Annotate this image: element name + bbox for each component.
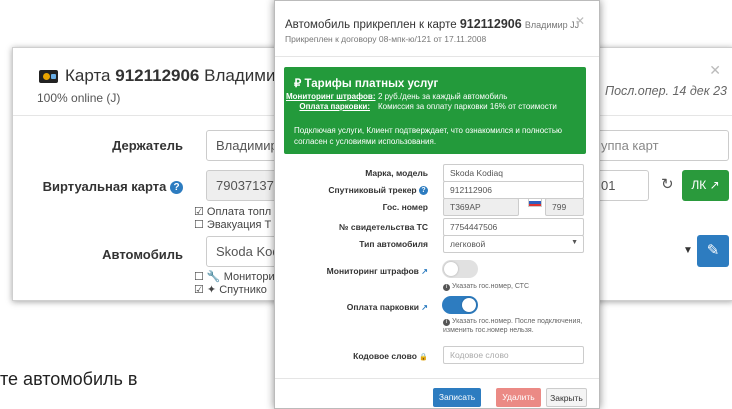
chevron-down-icon[interactable]: ▼: [683, 245, 693, 256]
modal-card-number: 912112906: [459, 17, 522, 31]
vehicle-type-value: легковой: [450, 239, 486, 249]
tariff-row-label[interactable]: Мониторинг штрафов:: [286, 92, 375, 101]
tariff-title-text: Тарифы платных услуг: [304, 78, 439, 90]
fines-monitoring-label: Мониторинг штрафов ↗: [300, 266, 428, 276]
card-title-prefix: Карта: [65, 66, 111, 85]
card-title: Карта 912112906 Владимир JJ: [65, 66, 307, 86]
last-operation: Посл.опер. 14 дек 23: [605, 84, 727, 98]
make-model-label: Марка, модель: [365, 168, 428, 178]
fines-monitoring-toggle[interactable]: [442, 260, 478, 278]
virtual-card-label: Виртуальная карта ?: [13, 179, 183, 194]
close-icon[interactable]: ✕: [709, 62, 721, 79]
screen: Карта 912112906 Владимир JJ 100% online …: [0, 0, 732, 409]
certificate-label: № свидетельства ТС: [339, 222, 428, 232]
certificate-input[interactable]: 7754447506: [443, 218, 584, 236]
divider: [275, 56, 599, 57]
check-evac[interactable]: ☐ Эвакуация Т: [194, 218, 271, 231]
card-icon: [39, 70, 58, 83]
check-satellite[interactable]: ☑ ✦ Спутнико: [194, 283, 267, 296]
modal-title-prefix: Автомобиль прикреплен к карте: [285, 19, 457, 31]
code-word-label: Кодовое слово 🔒: [300, 351, 428, 361]
check-evac-label: Эвакуация Т: [206, 219, 272, 231]
parking-payment-hint-line2: изменить гос.номер нельзя.: [443, 327, 534, 334]
tracker-label-text: Спутниковый трекер: [328, 185, 417, 195]
parking-payment-toggle[interactable]: [442, 296, 478, 314]
code-word-input[interactable]: Кодовое слово: [443, 346, 584, 364]
code-word-label-text: Кодовое слово: [353, 351, 417, 361]
close-button[interactable]: Закрыть: [546, 388, 587, 407]
make-model-input[interactable]: Skoda Kodiaq: [443, 164, 584, 182]
external-link-icon[interactable]: ↗: [421, 267, 428, 276]
check-satellite-label: Спутнико: [219, 284, 267, 296]
parking-payment-hint: i Указать гос.номер. После подключения,: [443, 317, 582, 326]
divider: [275, 378, 599, 379]
external-link-icon: ↗: [709, 178, 720, 192]
modal-owner: Владимир JJ: [524, 20, 580, 30]
modal-title: Автомобиль прикреплен к карте 912112906 …: [285, 17, 579, 31]
fines-monitoring-hint-text: Указать гос.номер, СТС: [451, 283, 530, 290]
tracker-label: Спутниковый трекер ?: [300, 185, 428, 195]
delete-button[interactable]: Удалить: [496, 388, 541, 407]
pencil-icon: ✎: [706, 242, 720, 259]
external-link-icon[interactable]: ↗: [421, 303, 428, 312]
vehicle-type-label: Тип автомобиля: [359, 239, 428, 249]
virtual-card-label-text: Виртуальная карта: [42, 179, 167, 194]
check-fuel[interactable]: ☑ Оплата топл: [194, 205, 271, 218]
plate-input[interactable]: Т369АР: [443, 198, 519, 216]
tariff-panel: ₽ Тарифы платных услуг Мониторинг штрафо…: [284, 67, 586, 154]
edit-vehicle-button[interactable]: ✎: [697, 235, 729, 267]
lk-button-label: ЛК: [691, 178, 707, 192]
lk-button[interactable]: ЛК ↗: [682, 170, 729, 201]
plate-region-input[interactable]: 799: [545, 198, 584, 216]
fines-monitoring-hint: i Указать гос.номер, СТС: [443, 282, 529, 291]
check-fuel-label: Оплата топл: [206, 206, 272, 218]
chevron-down-icon: ▼: [571, 239, 578, 246]
help-icon[interactable]: ?: [170, 181, 183, 194]
vehicle-modal: Автомобиль прикреплен к карте 912112906 …: [274, 0, 600, 409]
toggle-knob: [462, 298, 476, 312]
russia-flag-icon: [528, 198, 542, 207]
info-icon: i: [443, 319, 450, 326]
plate-label: Гос. номер: [382, 202, 428, 212]
tariff-note: Подключая услуги, Клиент подтверждает, ч…: [294, 126, 562, 146]
online-status: 100% online (J): [37, 91, 121, 105]
vehicle-label: Автомобиль: [102, 247, 183, 262]
check-monitoring[interactable]: ☐ 🔧 Мониторин: [194, 270, 281, 283]
tracker-input[interactable]: 912112906: [443, 181, 584, 199]
parking-payment-label-text: Оплата парковки: [346, 302, 419, 312]
card-number: 912112906: [115, 66, 200, 85]
wrench-icon: 🔧: [206, 271, 221, 283]
help-icon[interactable]: ?: [419, 186, 428, 195]
vehicle-type-select[interactable]: легковой ▼: [443, 235, 584, 253]
tariff-row-label[interactable]: Оплата парковки:: [286, 102, 370, 111]
tariff-row-value: Комиссия за оплату парковки 16% от стоим…: [378, 102, 557, 111]
tariff-row-value: 2 руб./день за каждый автомобиль: [378, 92, 508, 101]
tariff-title: ₽ Тарифы платных услуг: [294, 76, 438, 90]
fines-monitoring-label-text: Мониторинг штрафов: [326, 266, 419, 276]
check-monitoring-label: Мониторин: [223, 271, 281, 283]
save-button[interactable]: Записать: [433, 388, 481, 407]
ruble-icon: ₽: [294, 78, 302, 90]
page-text: те автомобиль в: [0, 369, 138, 389]
holder-label: Держатель: [112, 138, 183, 153]
modal-close-icon[interactable]: ✕: [575, 14, 585, 28]
parking-payment-hint-line1: Указать гос.номер. После подключения,: [451, 318, 583, 325]
card-group-input[interactable]: уппа карт: [591, 130, 729, 161]
parking-payment-label: Оплата парковки ↗: [300, 302, 428, 312]
refresh-icon[interactable]: ↻: [661, 175, 674, 193]
satellite-icon: ✦: [206, 284, 217, 296]
modal-subtitle: Прикреплен к договору 08-мпк-ю/121 от 17…: [285, 34, 487, 44]
lock-icon: 🔒: [419, 354, 428, 361]
toggle-knob: [444, 262, 458, 276]
info-icon: i: [443, 284, 450, 291]
